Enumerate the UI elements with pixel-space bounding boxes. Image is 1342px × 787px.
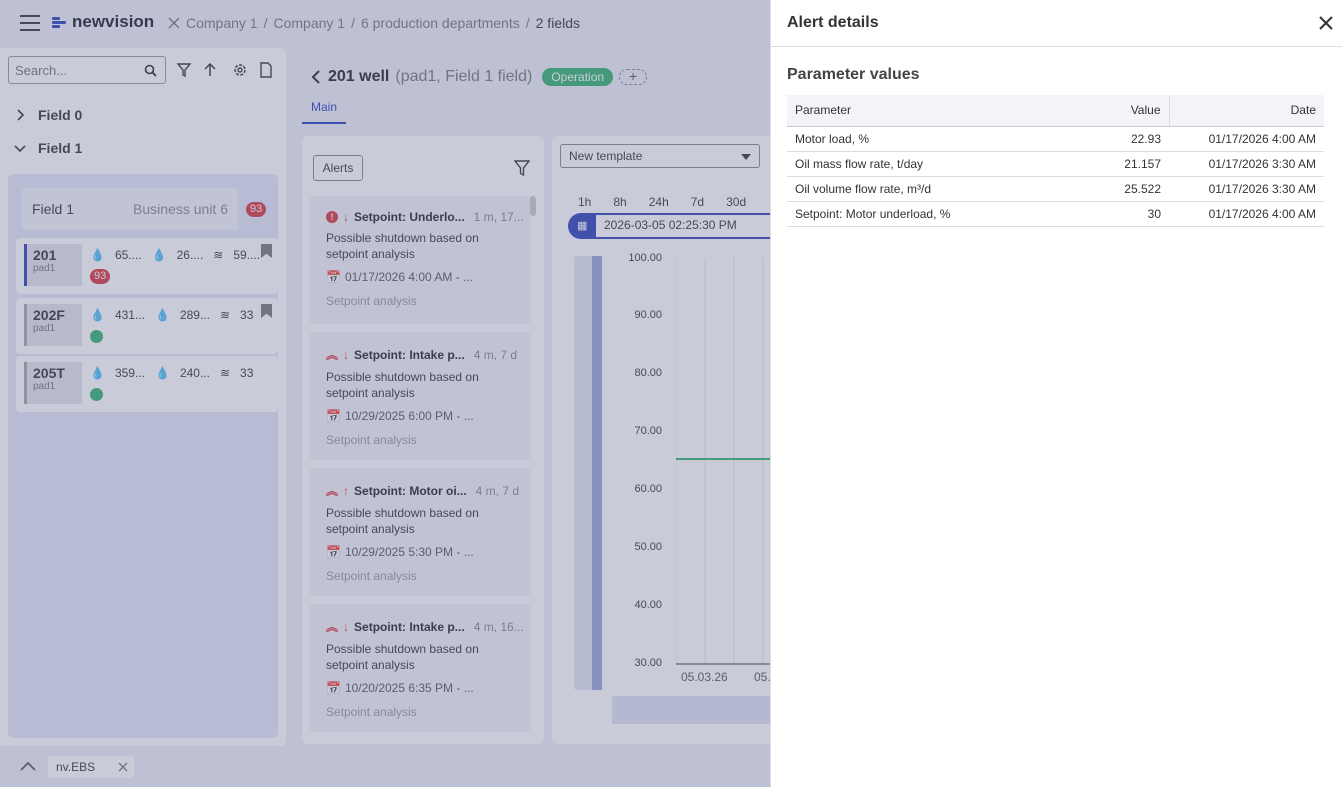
table-row: Oil volume flow rate, m³/d 25.522 01/17/… <box>787 176 1324 202</box>
alert-details-panel: Alert details Parameter values Parameter… <box>770 0 1342 787</box>
cell-value: 25.522 <box>1087 176 1169 202</box>
table-header-row: Parameter Value Date <box>787 95 1324 127</box>
cell-parameter: Oil volume flow rate, m³/d <box>787 176 1087 202</box>
parameter-table: Parameter Value Date Motor load, % 22.93… <box>787 95 1324 227</box>
cell-parameter: Motor load, % <box>787 126 1087 152</box>
modal-overlay[interactable] <box>0 0 770 787</box>
cell-date: 01/17/2026 3:30 AM <box>1169 151 1324 177</box>
column-header-parameter[interactable]: Parameter <box>787 95 1087 127</box>
table-row: Oil mass flow rate, t/day 21.157 01/17/2… <box>787 151 1324 177</box>
close-icon[interactable] <box>1317 14 1335 32</box>
column-header-date[interactable]: Date <box>1169 95 1324 127</box>
table-row: Motor load, % 22.93 01/17/2026 4:00 AM <box>787 126 1324 152</box>
cell-parameter: Oil mass flow rate, t/day <box>787 151 1087 177</box>
panel-header: Alert details <box>771 0 1342 47</box>
panel-title: Alert details <box>787 14 879 31</box>
table-row: Setpoint: Motor underload, % 30 01/17/20… <box>787 201 1324 227</box>
cell-parameter: Setpoint: Motor underload, % <box>787 201 1087 227</box>
cell-value: 30 <box>1087 201 1169 227</box>
column-header-value[interactable]: Value <box>1087 95 1170 127</box>
section-title: Parameter values <box>787 66 920 83</box>
cell-value: 22.93 <box>1087 126 1169 152</box>
cell-value: 21.157 <box>1087 151 1169 177</box>
cell-date: 01/17/2026 4:00 AM <box>1169 126 1324 152</box>
cell-date: 01/17/2026 3:30 AM <box>1169 176 1324 202</box>
cell-date: 01/17/2026 4:00 AM <box>1169 201 1324 227</box>
